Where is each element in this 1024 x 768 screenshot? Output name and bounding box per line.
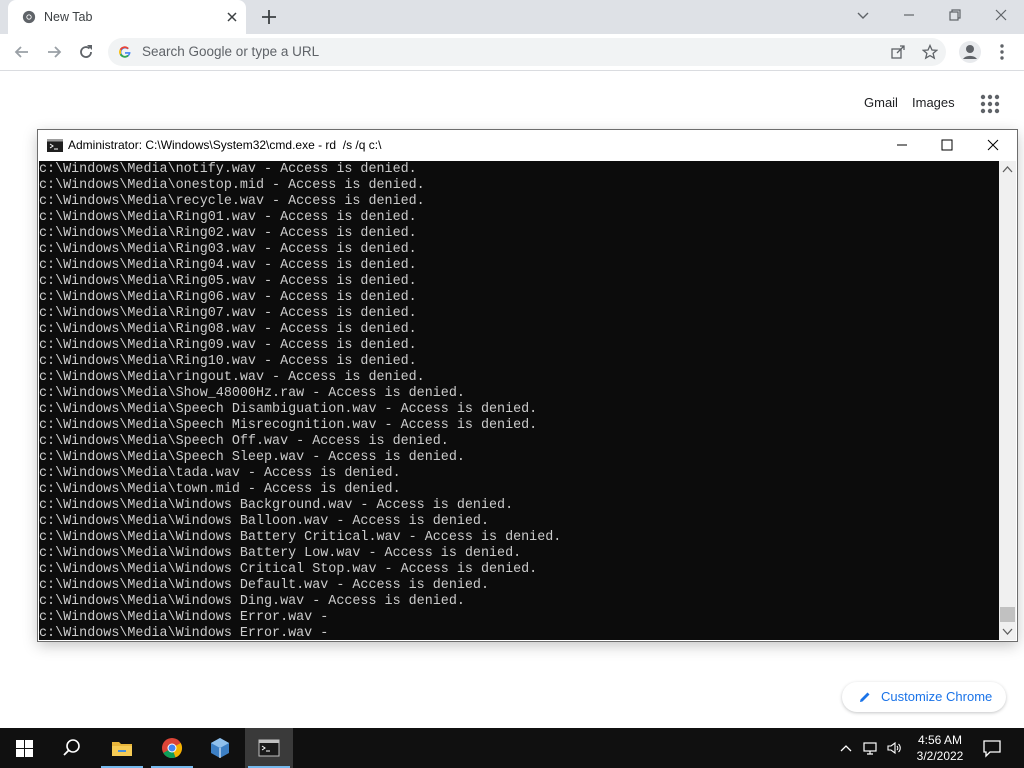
chrome-icon bbox=[22, 10, 36, 24]
menu-dots-icon[interactable] bbox=[994, 42, 1010, 62]
console-line: c:\Windows\Media\Windows Balloon.wav - A… bbox=[39, 514, 489, 529]
console-scrollbar[interactable] bbox=[999, 161, 1016, 640]
forward-icon[interactable] bbox=[44, 42, 64, 62]
tab-title: New Tab bbox=[44, 10, 93, 24]
chevron-up-icon[interactable] bbox=[838, 740, 854, 756]
cmd-window[interactable]: Administrator: C:\Windows\System32\cmd.e… bbox=[38, 130, 1017, 641]
console-line: c:\Windows\Media\Show_48000Hz.raw - Acce… bbox=[39, 386, 465, 401]
console-line: c:\Windows\Media\Ring10.wav - Access is … bbox=[39, 354, 417, 369]
cmd-window-title: Administrator: C:\Windows\System32\cmd.e… bbox=[68, 138, 382, 152]
gmail-link[interactable]: Gmail bbox=[864, 95, 898, 110]
google-apps-icon[interactable] bbox=[980, 94, 1000, 114]
console-line: c:\Windows\Media\Ring09.wav - Access is … bbox=[39, 338, 417, 353]
taskbar-chrome[interactable] bbox=[148, 728, 196, 768]
console-line: c:\Windows\Media\Windows Battery Critica… bbox=[39, 530, 562, 545]
cmd-maximize-icon[interactable] bbox=[938, 136, 956, 154]
console-line: c:\Windows\Media\ringout.wav - Access is… bbox=[39, 370, 425, 385]
star-icon[interactable] bbox=[922, 44, 938, 60]
cmd-minimize-icon[interactable] bbox=[893, 136, 911, 154]
taskbar-search-button[interactable] bbox=[48, 728, 96, 768]
minimize-icon[interactable] bbox=[898, 6, 920, 24]
search-icon bbox=[63, 739, 80, 756]
file-explorer-icon bbox=[112, 742, 132, 756]
console-line: c:\Windows\Media\Ring04.wav - Access is … bbox=[39, 258, 417, 273]
console-line: c:\Windows\Media\Ring03.wav - Access is … bbox=[39, 242, 417, 257]
omnibox-placeholder: Search Google or type a URL bbox=[142, 44, 320, 59]
images-link[interactable]: Images bbox=[912, 95, 955, 110]
clock-time: 4:56 AM bbox=[917, 733, 963, 747]
console-line: c:\Windows\Media\Windows Battery Low.wav… bbox=[39, 546, 522, 561]
console-line: c:\Windows\Media\Ring02.wav - Access is … bbox=[39, 226, 417, 241]
clock-date: 3/2/2022 bbox=[916, 749, 964, 763]
omnibox[interactable]: Search Google or type a URL bbox=[108, 38, 946, 66]
customize-chrome-button[interactable]: Customize Chrome bbox=[842, 682, 1006, 712]
console-line: c:\Windows\Media\Windows Default.wav - A… bbox=[39, 578, 489, 593]
console-line: c:\Windows\Media\Speech Sleep.wav - Acce… bbox=[39, 450, 465, 465]
console-line: c:\Windows\Media\onestop.mid - Access is… bbox=[39, 178, 425, 193]
google-icon bbox=[119, 46, 131, 58]
console-line: c:\Windows\Media\Windows Critical Stop.w… bbox=[39, 562, 538, 577]
close-window-icon[interactable] bbox=[990, 6, 1012, 24]
console-line: c:\Windows\Media\notify.wav - Access is … bbox=[39, 162, 417, 177]
console-line: c:\Windows\Media\Speech Off.wav - Access… bbox=[39, 434, 449, 449]
tab-strip: New Tab bbox=[0, 0, 1024, 34]
console-line: c:\Windows\Media\Speech Disambiguation.w… bbox=[39, 402, 538, 417]
console-line: c:\Windows\Media\town.mid - Access is de… bbox=[39, 482, 401, 497]
taskbar-file-explorer[interactable] bbox=[98, 728, 146, 768]
tab-new-tab[interactable]: New Tab bbox=[8, 0, 246, 34]
scroll-down-icon[interactable] bbox=[999, 623, 1016, 640]
restore-icon[interactable] bbox=[944, 6, 966, 24]
taskbar: 4:56 AM 3/2/2022 bbox=[0, 728, 1024, 768]
console-line: c:\Windows\Media\Windows Error.wav - bbox=[39, 610, 329, 625]
console-line: c:\Windows\Media\recycle.wav - Access is… bbox=[39, 194, 425, 209]
clock[interactable]: 4:56 AM 3/2/2022 bbox=[910, 732, 970, 764]
back-icon[interactable] bbox=[12, 42, 32, 62]
close-tab-icon[interactable] bbox=[224, 9, 240, 25]
console-line: c:\Windows\Media\Ring08.wav - Access is … bbox=[39, 322, 417, 337]
action-center-icon[interactable] bbox=[982, 738, 1002, 758]
console-line: c:\Windows\Media\Ring07.wav - Access is … bbox=[39, 306, 417, 321]
chrome-icon bbox=[162, 738, 183, 759]
reload-icon[interactable] bbox=[76, 42, 96, 62]
tab-search-icon[interactable] bbox=[852, 6, 874, 24]
console-line: c:\Windows\Media\Ring01.wav - Access is … bbox=[39, 210, 417, 225]
console-line: c:\Windows\Media\Windows Ding.wav - Acce… bbox=[39, 594, 465, 609]
console-line: c:\Windows\Media\tada.wav - Access is de… bbox=[39, 466, 401, 481]
console-output[interactable]: c:\Windows\Media\notify.wav - Access is … bbox=[39, 161, 999, 640]
scrollbar-thumb[interactable] bbox=[1000, 607, 1015, 622]
browser-toolbar: Search Google or type a URL bbox=[0, 34, 1024, 71]
taskbar-cmd[interactable] bbox=[245, 728, 293, 768]
scroll-up-icon[interactable] bbox=[999, 161, 1016, 178]
share-icon[interactable] bbox=[890, 44, 906, 60]
taskbar-virtualbox[interactable] bbox=[196, 728, 244, 768]
cmd-close-icon[interactable] bbox=[984, 136, 1002, 154]
start-icon bbox=[16, 740, 33, 757]
virtualbox-icon bbox=[211, 738, 229, 758]
new-tab-button[interactable] bbox=[258, 6, 280, 28]
console-line: c:\Windows\Media\Windows Background.wav … bbox=[39, 498, 514, 513]
console-line: c:\Windows\Media\Windows Error.wav - bbox=[39, 626, 329, 640]
pencil-icon bbox=[860, 692, 870, 702]
cmd-icon bbox=[47, 139, 63, 152]
start-button[interactable] bbox=[0, 728, 48, 768]
volume-icon[interactable] bbox=[886, 740, 902, 756]
customize-chrome-label: Customize Chrome bbox=[881, 689, 993, 704]
network-icon[interactable] bbox=[863, 740, 879, 756]
console-line: c:\Windows\Media\Ring05.wav - Access is … bbox=[39, 274, 417, 289]
profile-avatar-icon[interactable] bbox=[958, 40, 982, 64]
cmd-titlebar[interactable]: Administrator: C:\Windows\System32\cmd.e… bbox=[38, 130, 1017, 161]
console-line: c:\Windows\Media\Ring06.wav - Access is … bbox=[39, 290, 417, 305]
cmd-icon bbox=[258, 739, 280, 757]
console-line: c:\Windows\Media\Speech Misrecognition.w… bbox=[39, 418, 538, 433]
